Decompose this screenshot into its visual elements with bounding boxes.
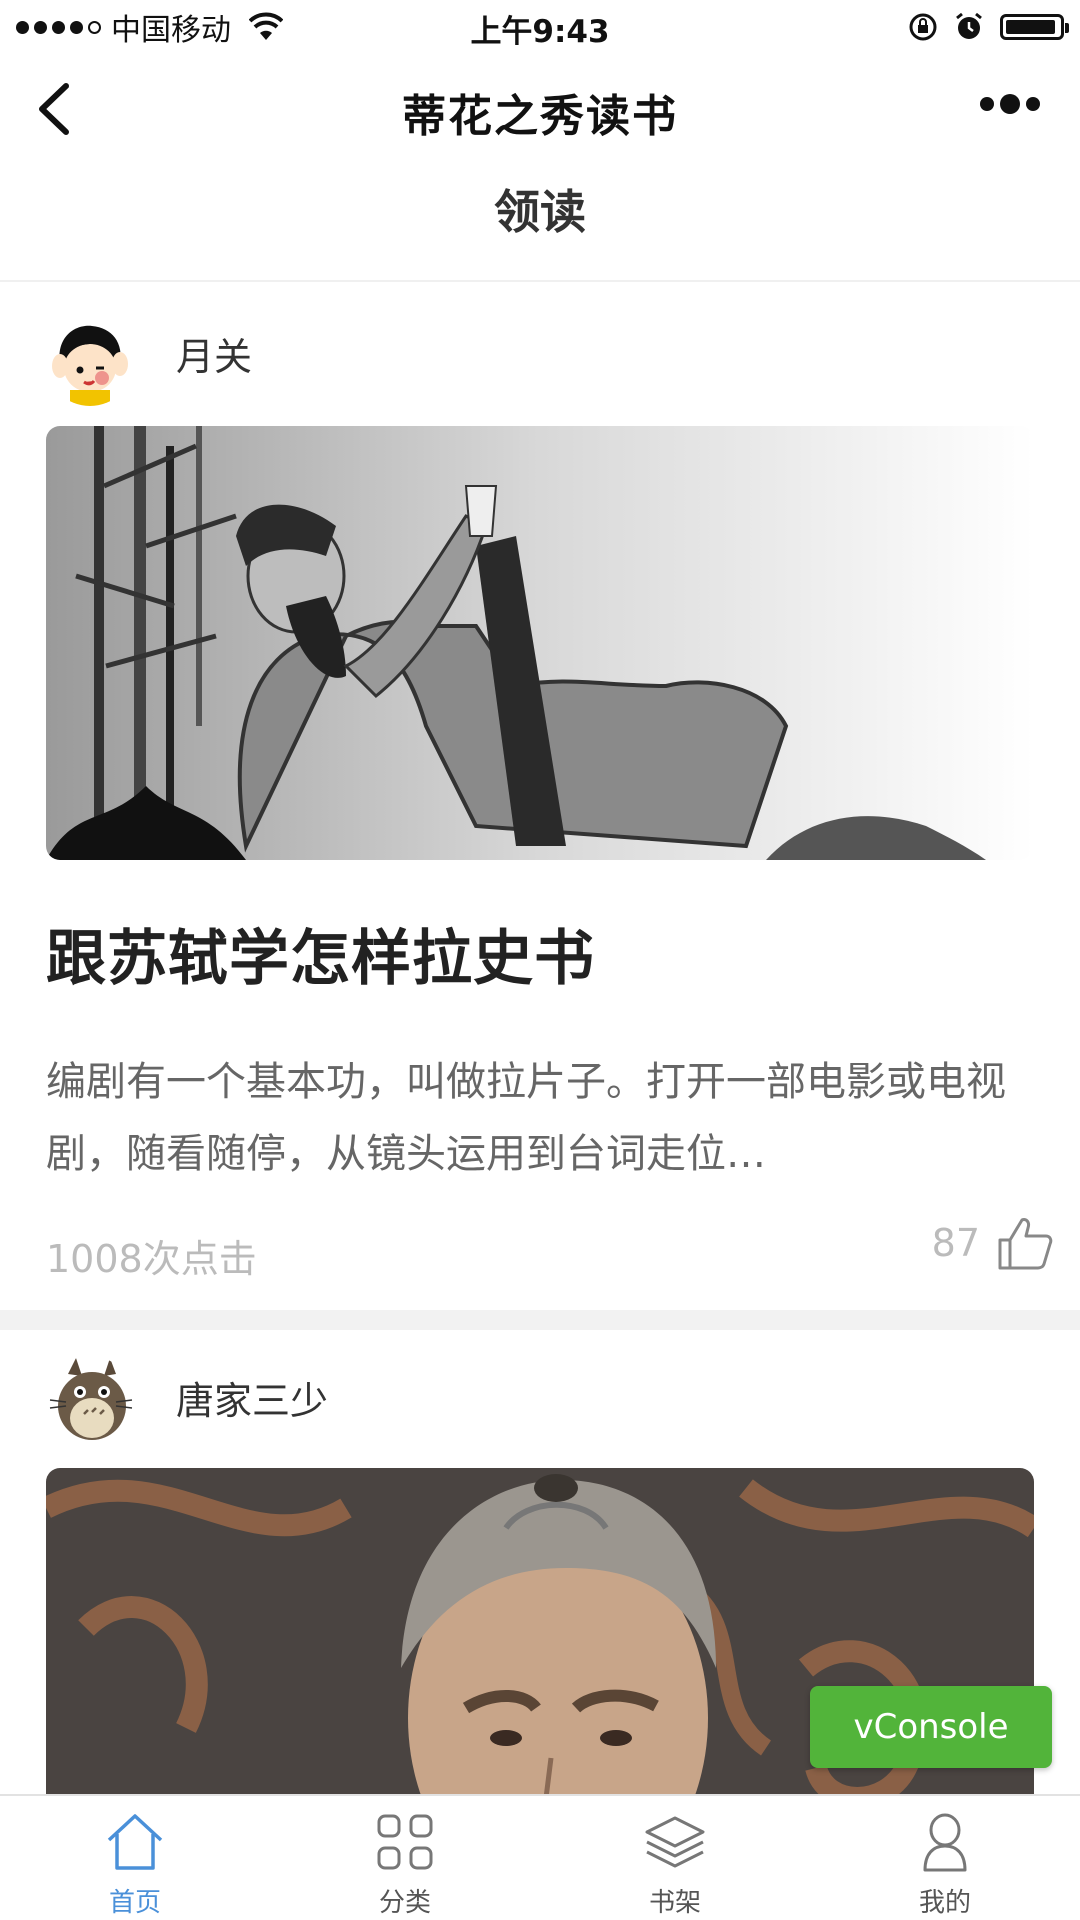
like-area[interactable]: 87	[932, 1214, 1054, 1272]
tab-bookshelf[interactable]: 书架	[540, 1796, 810, 1920]
navigation-bar: 蒂花之秀读书	[0, 54, 1080, 164]
bottom-tab-bar: 首页 分类 书架 我的	[0, 1794, 1080, 1920]
ink-painting-illustration	[46, 426, 1034, 860]
tab-label: 书架	[648, 1888, 701, 1918]
home-icon	[107, 1814, 163, 1870]
status-right	[908, 9, 1069, 45]
article-cover-image[interactable]	[46, 426, 1034, 860]
click-count: 1008次点击	[46, 1237, 257, 1281]
battery-icon	[1000, 14, 1069, 40]
card-separator	[0, 1310, 1080, 1330]
layers-icon	[645, 1816, 705, 1868]
tab-home[interactable]: 首页	[0, 1796, 270, 1920]
person-icon	[923, 1813, 967, 1872]
grid-icon	[377, 1814, 433, 1870]
article-card[interactable]: 月关 跟苏轼学怎样拉史书 编剧有一个基本功，叫做拉片子。打开一部电影或电视剧，随…	[0, 282, 1080, 1310]
tab-label: 我的	[918, 1888, 971, 1918]
app-title: 蒂花之秀读书	[402, 91, 678, 142]
avatar-cartoon-icon	[46, 318, 134, 406]
tab-mine[interactable]: 我的	[810, 1796, 1080, 1920]
alarm-icon	[956, 12, 982, 39]
tab-category[interactable]: 分类	[270, 1796, 540, 1920]
tab-label: 分类	[378, 1888, 431, 1918]
vconsole-button[interactable]: vConsole	[810, 1686, 1052, 1768]
author-avatar[interactable]	[46, 1356, 134, 1444]
status-bar: 中国移动 上午9:43	[0, 0, 1080, 54]
thumbs-up-icon[interactable]	[996, 1214, 1054, 1272]
rotation-lock-icon	[909, 13, 937, 41]
totoro-avatar-icon	[46, 1356, 134, 1444]
author-name[interactable]: 月关	[176, 326, 252, 381]
section-title: 领读	[494, 185, 586, 239]
article-description[interactable]: 编剧有一个基本功，叫做拉片子。打开一部电影或电视剧，随看随停，从镜头运用到台词走…	[46, 1046, 1006, 1190]
author-avatar[interactable]	[46, 318, 134, 406]
tab-label: 首页	[108, 1888, 161, 1918]
battery-fill	[1006, 20, 1056, 34]
like-count: 87	[931, 1221, 980, 1265]
article-title[interactable]: 跟苏轼学怎样拉史书	[46, 910, 595, 997]
author-name[interactable]: 唐家三少	[176, 1370, 328, 1425]
more-options-icon[interactable]	[980, 94, 1040, 114]
